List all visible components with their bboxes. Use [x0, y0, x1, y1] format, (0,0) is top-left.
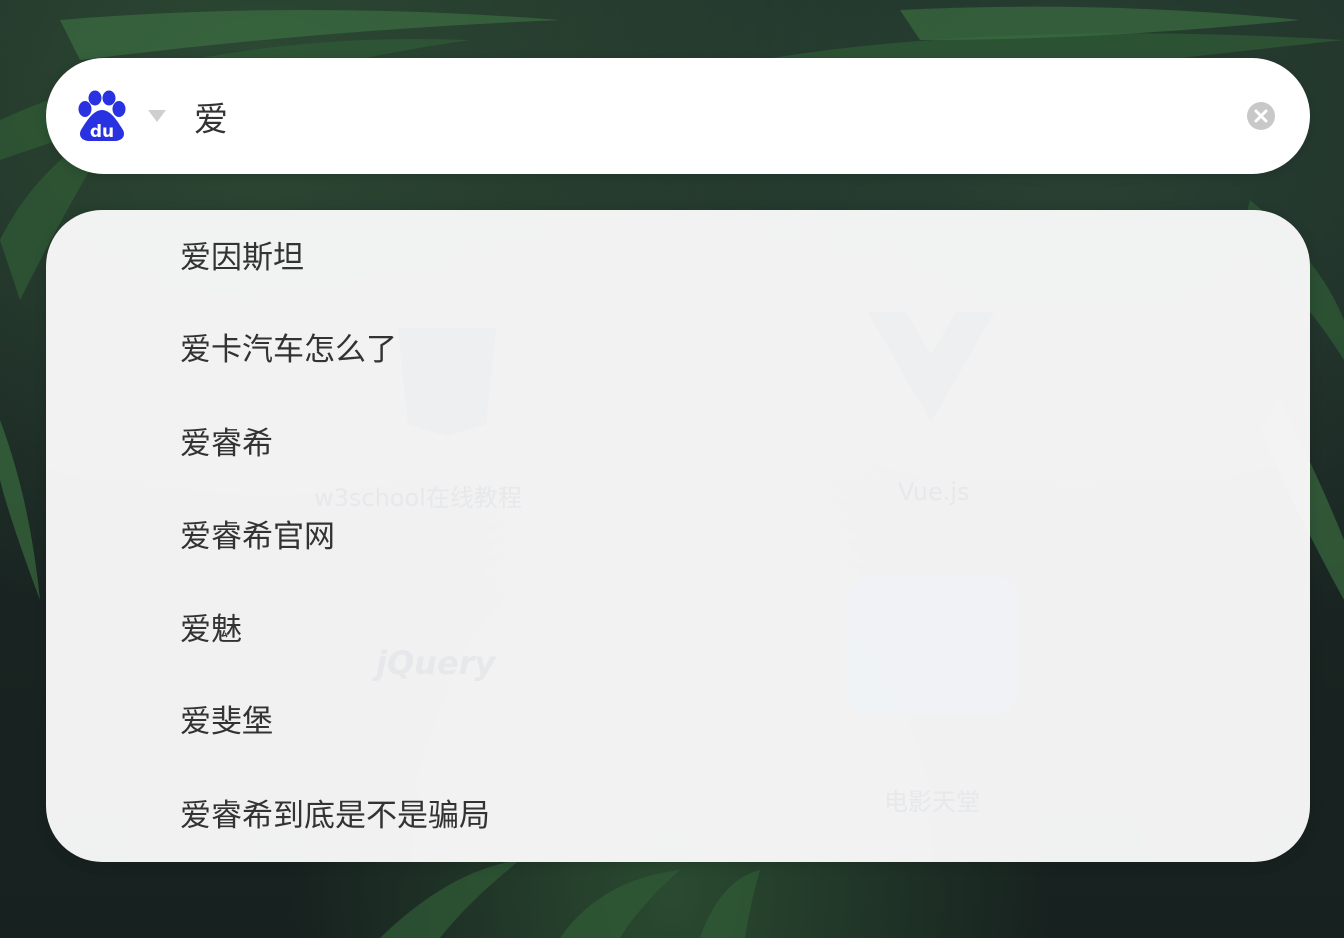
search-input[interactable] — [194, 86, 1234, 146]
suggestion-item[interactable]: 爱睿希官网 — [180, 517, 335, 557]
movie-tile-ghost — [846, 576, 1020, 716]
suggestion-item[interactable]: 爱斐堡 — [180, 702, 273, 742]
suggestion-list: w3school在线教程 Vue.js jQuery 电影天堂 爱因斯坦 爱卡汽… — [46, 210, 1310, 862]
tile-label: jQuery — [376, 644, 496, 682]
engine-dropdown-icon[interactable] — [148, 110, 166, 122]
search-bar: du — [46, 58, 1310, 174]
suggestion-item[interactable]: 爱魅 — [180, 610, 242, 650]
suggestion-item[interactable]: 爱睿希 — [180, 424, 273, 464]
vue-logo-ghost — [866, 310, 996, 425]
tile-label: Vue.js — [898, 478, 970, 506]
suggestion-item[interactable]: 爱卡汽车怎么了 — [180, 330, 397, 370]
suggestion-item[interactable]: 爱因斯坦 — [180, 238, 304, 278]
tile-label: w3school在线教程 — [314, 484, 522, 512]
tile-label: 电影天堂 — [884, 788, 980, 816]
svg-text:du: du — [90, 122, 114, 142]
suggestion-item[interactable]: 爱睿希到底是不是骗局 — [180, 796, 490, 836]
clear-x-icon[interactable] — [1247, 102, 1275, 130]
baidu-paw-icon[interactable]: du — [76, 90, 128, 142]
html5-logo-ghost — [386, 320, 508, 442]
